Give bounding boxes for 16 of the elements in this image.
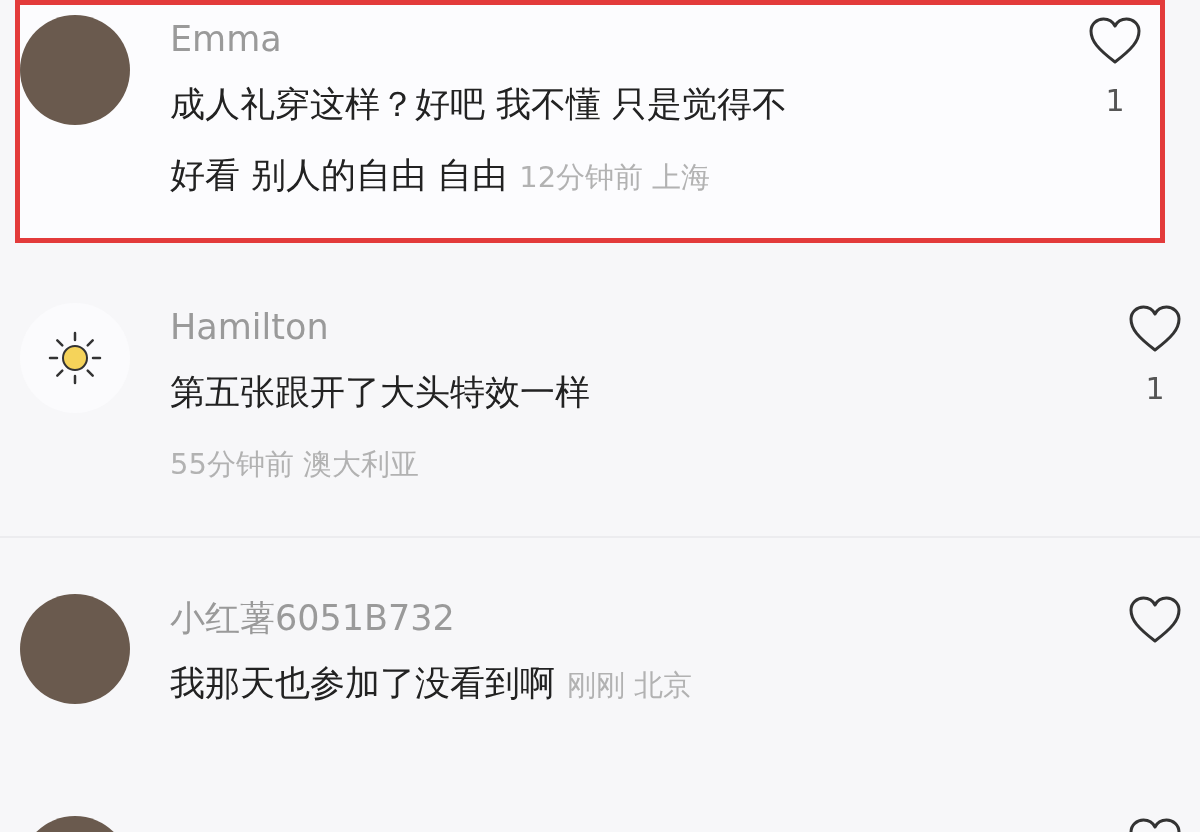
comment-text: 好看 别人的自由 自由	[170, 155, 508, 195]
comment-meta: 刚刚 北京	[567, 668, 693, 702]
sun-icon	[47, 330, 103, 386]
comment-text: 成人礼穿这样？好吧 我不懂 只是觉得不	[170, 84, 788, 124]
heart-icon[interactable]	[1128, 596, 1182, 644]
username[interactable]: Emma	[170, 15, 1030, 63]
comment-meta: 12分钟前 上海	[519, 160, 711, 194]
username[interactable]: Hamilton	[170, 303, 1070, 351]
username[interactable]: 小红薯6051B732	[170, 594, 1070, 642]
like-count: 1	[1105, 83, 1125, 118]
comment-text: 我那天也参加了没看到啊	[170, 663, 555, 703]
heart-icon[interactable]	[1128, 305, 1182, 353]
heart-icon[interactable]	[1088, 17, 1142, 65]
comment-text: 第五张跟开了大头特效一样	[170, 372, 590, 412]
like-count: 1	[1145, 371, 1165, 406]
comment-meta: 55分钟前 澳大利亚	[170, 446, 421, 483]
